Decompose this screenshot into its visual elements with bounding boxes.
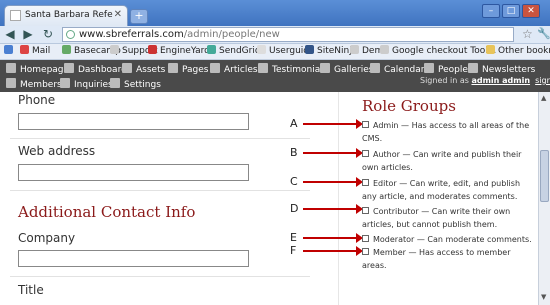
assets-icon	[122, 63, 132, 73]
scroll-thumb[interactable]	[540, 150, 549, 202]
annotation-arrow-c	[303, 177, 363, 187]
close-window-button[interactable]: ✕	[522, 4, 540, 18]
other-bookmarks[interactable]: Other bookmarks	[486, 45, 550, 58]
bookmark-google-checkout[interactable]: Google checkout Tool...	[380, 45, 496, 58]
annotation-arrow-f	[303, 246, 363, 256]
newsletters-icon	[468, 63, 478, 73]
back-arrow-icon[interactable]: ◀	[2, 27, 18, 41]
inquiries-icon	[60, 78, 70, 88]
nav-settings[interactable]: Settings	[110, 78, 161, 91]
window-controls: – □ ✕	[480, 3, 544, 19]
bookmark-sendgrid[interactable]: SendGrid	[207, 45, 261, 58]
nav-newsletters[interactable]: Newsletters	[468, 63, 535, 76]
nav-galleries[interactable]: Galleries	[320, 63, 373, 76]
role-editor[interactable]: Editor — Can write, edit, and publish an…	[362, 177, 534, 203]
address-bar[interactable]: www.sbreferrals.com/admin/people/new	[62, 27, 514, 42]
annotation-arrow-e	[303, 233, 363, 243]
annotation-arrow-a	[303, 119, 363, 129]
annotation-letter-e: E	[290, 231, 297, 244]
web-address-label: Web address	[18, 144, 96, 158]
role-admin[interactable]: Admin — Has access to all areas of the C…	[362, 119, 534, 145]
scroll-up-icon[interactable]: ▲	[541, 94, 546, 102]
annotation-letter-f: F	[290, 244, 297, 257]
nav-dashboard[interactable]: Dashboard	[64, 63, 127, 76]
divider	[10, 138, 310, 139]
nav-members[interactable]: Members	[6, 78, 62, 91]
title-label: Title	[18, 283, 44, 297]
reload-icon[interactable]: ↻	[40, 27, 56, 41]
annotation-letter-c: C	[290, 175, 298, 188]
wrench-icon[interactable]: 🔧	[537, 27, 550, 40]
dashboard-icon	[64, 63, 74, 73]
tab-title: Santa Barbara Referral Ass...	[25, 10, 113, 20]
home-icon	[6, 63, 16, 73]
user-link[interactable]: admin admin	[471, 76, 530, 85]
maximize-button[interactable]: □	[502, 4, 520, 18]
galleries-icon	[320, 63, 330, 73]
checkbox[interactable]	[362, 150, 369, 157]
role-author[interactable]: Author — Can write and publish their own…	[362, 148, 534, 174]
bookmark-engineyard[interactable]: EngineYard	[148, 45, 210, 58]
minimize-button[interactable]: –	[482, 4, 500, 18]
signed-in-status: Signed in as admin admin sign out	[420, 76, 550, 85]
checkbox[interactable]	[362, 121, 369, 128]
annotation-letter-b: B	[290, 146, 298, 159]
pages-icon	[168, 63, 178, 73]
nav-articles[interactable]: Articles	[210, 63, 258, 76]
checkbox[interactable]	[362, 207, 369, 214]
scroll-down-icon[interactable]: ▼	[541, 293, 546, 301]
nav-homepage[interactable]: Homepage	[6, 63, 69, 76]
role-moderator[interactable]: Moderator — Can moderate comments.	[362, 233, 534, 246]
new-tab-button[interactable]: +	[130, 9, 148, 24]
people-icon	[424, 63, 434, 73]
url-domain: www.sbreferrals.com	[79, 29, 184, 40]
annotation-arrow-b	[303, 148, 363, 158]
company-input[interactable]	[18, 250, 249, 267]
forward-arrow-icon[interactable]: ▶	[20, 27, 36, 41]
bookmark-mail[interactable]: Mail	[20, 45, 50, 58]
divider	[10, 190, 310, 191]
settings-icon	[110, 78, 120, 88]
nav-assets[interactable]: Assets	[122, 63, 165, 76]
nav-inquiries[interactable]: Inquiries	[60, 78, 113, 91]
annotation-letter-a: A	[290, 117, 298, 130]
annotation-arrow-d	[303, 204, 363, 214]
role-member[interactable]: Member — Has access to member areas.	[362, 246, 534, 272]
articles-icon	[210, 63, 220, 73]
checkbox[interactable]	[362, 248, 369, 255]
apps-icon[interactable]	[4, 45, 16, 58]
role-groups-heading: Role Groups	[362, 97, 456, 115]
members-icon	[6, 78, 16, 88]
globe-icon	[66, 30, 75, 39]
web-address-input[interactable]	[18, 164, 249, 181]
browser-toolbar: ◀ ▶ ↻ www.sbreferrals.com/admin/people/n…	[0, 26, 550, 44]
annotation-letter-d: D	[290, 202, 299, 215]
tab-strip: Santa Barbara Referral Ass... ✕ + –□✕	[0, 0, 550, 26]
sign-out-link[interactable]: sign out	[535, 76, 550, 85]
nav-people[interactable]: People	[424, 63, 468, 76]
calendar-icon	[370, 63, 380, 73]
bookmark-star-icon[interactable]: ☆	[522, 27, 533, 41]
favicon-icon	[10, 10, 21, 21]
nav-calendar[interactable]: Calendar	[370, 63, 424, 76]
browser-tab[interactable]: Santa Barbara Referral Ass... ✕	[4, 5, 128, 26]
close-tab-icon[interactable]: ✕	[114, 9, 122, 20]
role-contributor[interactable]: Contributor — Can write their own articl…	[362, 205, 534, 231]
checkbox[interactable]	[362, 235, 369, 242]
main-content: Phone Web address Additional Contact Inf…	[0, 92, 538, 305]
nav-pages[interactable]: Pages	[168, 63, 208, 76]
vertical-scrollbar[interactable]: ▲ ▼	[538, 92, 550, 305]
bookmarks-bar: Mail Basecamp Support EngineYard SendGri…	[0, 44, 550, 60]
company-label: Company	[18, 231, 76, 245]
divider	[10, 276, 310, 277]
checkbox[interactable]	[362, 179, 369, 186]
phone-input[interactable]	[18, 113, 249, 130]
nav-testimonials[interactable]: Testimonials	[258, 63, 327, 76]
additional-contact-heading: Additional Contact Info	[18, 203, 196, 221]
testimonials-icon	[258, 63, 268, 73]
url-path: /admin/people/new	[183, 29, 280, 40]
phone-label: Phone	[18, 93, 56, 107]
